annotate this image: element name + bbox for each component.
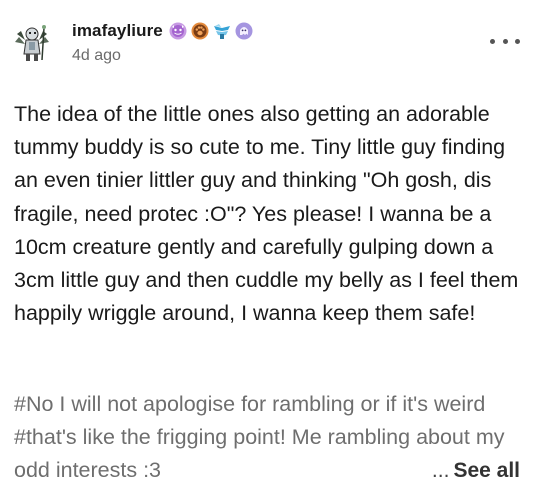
more-dots-icon <box>515 38 520 44</box>
user-badges <box>169 22 253 40</box>
purple-ghost-badge-icon[interactable] <box>235 22 253 40</box>
post-header: imafayliure 4d ago <box>0 0 540 80</box>
user-info: imafayliure 4d ago <box>72 20 253 65</box>
more-dots-icon <box>490 38 495 44</box>
avatar-figure-icon <box>11 22 53 64</box>
blue-wings-badge-icon[interactable] <box>213 22 231 40</box>
user-avatar[interactable] <box>11 22 53 64</box>
see-all-tags-button[interactable]: ... See all <box>405 454 520 487</box>
see-all-label: See all <box>453 459 520 482</box>
see-all-ellipsis: ... <box>431 459 450 482</box>
post-body-text: The idea of the little ones also getting… <box>14 102 519 326</box>
post-timestamp[interactable]: 4d ago <box>72 47 253 65</box>
more-options-button[interactable] <box>490 32 520 50</box>
more-dots-icon <box>502 38 508 44</box>
post-card: imafayliure 4d ago The idea of the littl… <box>0 0 540 491</box>
name-row: imafayliure <box>72 20 253 42</box>
tag-link[interactable]: #No I will not apologise for rambling or… <box>14 392 485 416</box>
username-link[interactable]: imafayliure <box>72 21 163 41</box>
orange-paw-badge-icon[interactable] <box>191 22 209 40</box>
purple-face-badge-icon[interactable] <box>169 22 187 40</box>
